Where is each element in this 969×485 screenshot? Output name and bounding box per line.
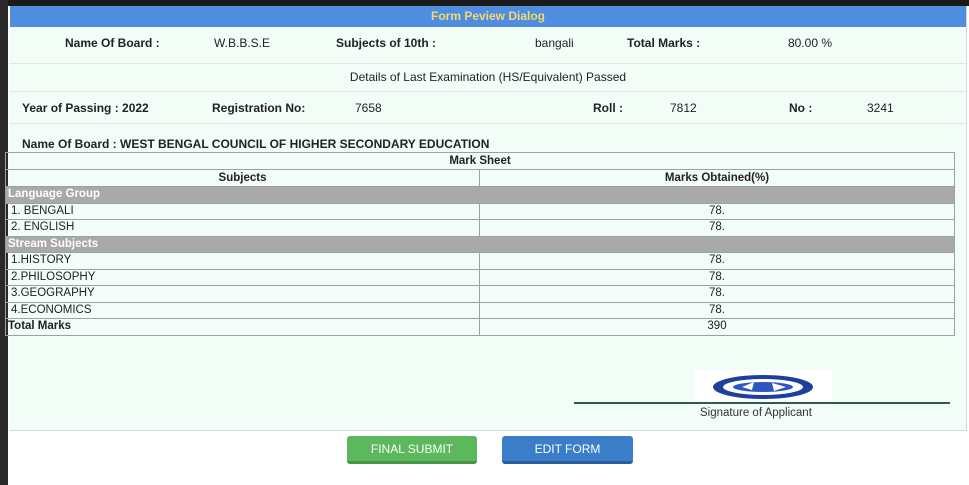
total10-value: 80.00 % [788, 36, 833, 50]
registration-label: Registration No: [212, 101, 306, 115]
total-label: Total Marks [5, 318, 480, 336]
registration-value: 7658 [355, 101, 382, 115]
edit-form-button[interactable]: EDIT FORM [502, 436, 633, 464]
total-row: Total Marks 390 [5, 318, 955, 336]
signature-label: Signature of Applicant [700, 407, 812, 419]
subject-cell: 3.GEOGRAPHY [5, 285, 480, 303]
table-row: 2. ENGLISH 78. [5, 219, 955, 237]
subject-cell: 4.ECONOMICS [5, 301, 480, 319]
section-heading: Details of Last Examination (HS/Equivale… [10, 63, 966, 92]
board12-label: Name Of Board : WEST BENGAL COUNCIL OF H… [22, 137, 490, 151]
mark-sheet-title: Mark Sheet [5, 152, 955, 170]
table-row: 4.ECONOMICS 78. [5, 301, 955, 319]
subject-cell: 1.HISTORY [5, 252, 480, 270]
marks-cell: 78. [479, 202, 955, 220]
marks-cell: 78. [479, 268, 955, 286]
roll-value: 7812 [670, 101, 697, 115]
roll-label: Roll : [593, 101, 623, 115]
exam-details-row: Year of Passing : 2022 Registration No: … [10, 91, 966, 124]
mark-sheet-table: Mark Sheet Subjects Marks Obtained(%) La… [5, 152, 955, 336]
table-row: 3.GEOGRAPHY 78. [5, 285, 955, 303]
no-label: No : [789, 101, 813, 115]
subject-cell: 2.PHILOSOPHY [5, 268, 480, 286]
total-value: 390 [479, 318, 955, 336]
table-row: 1. BENGALI 78. [5, 202, 955, 220]
marks-cell: 78. [479, 285, 955, 303]
marks-cell: 78. [479, 252, 955, 270]
total10-label: Total Marks : [627, 36, 701, 50]
subject-cell: 2. ENGLISH [5, 219, 480, 237]
marks-cell: 78. [479, 301, 955, 319]
board10-label: Name Of Board : [65, 36, 160, 50]
group-row-language: Language Group [5, 186, 955, 204]
dialog-title: Form Peview Dialog [10, 6, 966, 27]
no-value: 3241 [867, 101, 894, 115]
subject-cell: 1. BENGALI [5, 202, 480, 220]
group-label: Language Group [5, 186, 955, 204]
subjects10-label: Subjects of 10th : [336, 36, 437, 50]
col-subjects-header: Subjects [5, 169, 480, 187]
final-submit-button[interactable]: FINAL SUBMIT [347, 436, 477, 464]
subjects10-value: bangali [535, 36, 574, 50]
board10-row: Name Of Board : W.B.B.S.E Subjects of 10… [10, 27, 966, 64]
signature-image [694, 370, 832, 404]
board10-value: W.B.B.S.E [214, 36, 271, 50]
col-marks-header: Marks Obtained(%) [479, 169, 955, 187]
group-label: Stream Subjects [5, 235, 955, 253]
table-row: 1.HISTORY 78. [5, 252, 955, 270]
marks-cell: 78. [479, 219, 955, 237]
signature-line [574, 402, 950, 404]
group-row-stream: Stream Subjects [5, 235, 955, 253]
mark-sheet-header-row: Subjects Marks Obtained(%) [5, 169, 955, 187]
mark-sheet-title-row: Mark Sheet [5, 152, 955, 170]
table-row: 2.PHILOSOPHY 78. [5, 268, 955, 286]
year-of-passing: Year of Passing : 2022 [22, 101, 149, 115]
